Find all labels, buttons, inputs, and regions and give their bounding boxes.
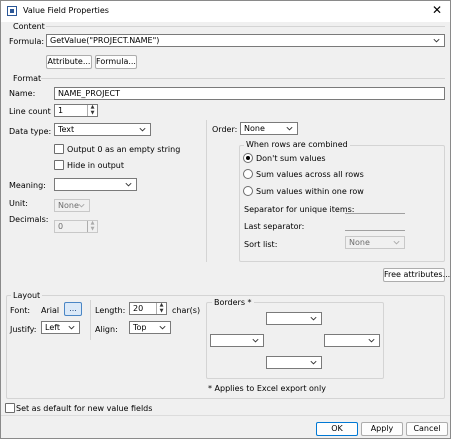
formula-input[interactable]: GetValue("PROJECT.NAME"): [46, 34, 445, 47]
chevron-down-icon: [393, 240, 400, 245]
chevron-down-icon: [310, 316, 317, 321]
radio-sum-within-row-label: Sum values within one row: [256, 187, 364, 196]
chevron-down-icon: [159, 325, 166, 330]
length-value: 20: [133, 304, 144, 313]
border-top-select[interactable]: [266, 312, 322, 325]
format-group-title: Format: [13, 74, 42, 83]
border-right-select[interactable]: [324, 334, 380, 347]
line-count-label: Line count: [9, 107, 51, 116]
layout-group-title: Layout: [11, 291, 43, 300]
name-input[interactable]: NAME_PROJECT: [54, 87, 445, 100]
data-type-value: Text: [58, 125, 75, 134]
apply-button[interactable]: Apply: [361, 422, 403, 436]
output-zero-checkbox[interactable]: [54, 144, 64, 154]
line-count-spin[interactable]: ▲ ▼: [87, 105, 97, 116]
meaning-select[interactable]: [54, 178, 137, 191]
formula-button[interactable]: Formula...: [95, 55, 137, 69]
rows-combined-title: When rows are combined: [244, 140, 350, 149]
decimals-stepper[interactable]: 0 ▲ ▼: [54, 220, 98, 233]
sort-list-label: Sort list:: [244, 240, 278, 249]
border-bottom-select[interactable]: [266, 356, 322, 369]
separator-unique-label: Separator for unique items:: [244, 205, 355, 214]
radio-sum-across-rows-label: Sum values across all rows: [256, 170, 364, 179]
attribute-button[interactable]: Attribute...: [46, 55, 92, 69]
justify-select[interactable]: Left: [41, 321, 80, 334]
font-label: Font:: [10, 306, 31, 315]
chevron-down-icon: [286, 126, 293, 131]
borders-title: Borders *: [212, 298, 254, 307]
align-value: Top: [133, 323, 147, 332]
decimals-spin[interactable]: ▲ ▼: [87, 221, 97, 232]
formula-label: Formula:: [9, 37, 45, 46]
chevron-down-icon: [68, 325, 75, 330]
data-type-label: Data type:: [9, 127, 52, 136]
length-label: Length:: [95, 306, 126, 315]
length-spin[interactable]: ▲ ▼: [156, 303, 166, 314]
length-unit: char(s): [172, 306, 201, 315]
order-value: None: [244, 124, 265, 133]
sort-list-select[interactable]: None: [345, 236, 405, 249]
radio-sum-within-row[interactable]: [243, 186, 253, 196]
output-zero-label: Output 0 as an empty string: [67, 145, 181, 154]
line-count-value: 1: [58, 106, 64, 115]
justify-label: Justify:: [10, 325, 37, 334]
separator-unique-input[interactable]: [345, 213, 405, 214]
cancel-button[interactable]: Cancel: [406, 422, 448, 436]
radio-dont-sum-label: Don't sum values: [256, 154, 326, 163]
chevron-down-icon: [125, 182, 132, 187]
decimals-label: Decimals:: [9, 215, 49, 224]
value-field-properties-dialog: Value Field Properties ✕ Content Formula…: [0, 0, 451, 439]
content-group-title: Content: [13, 22, 45, 31]
close-icon[interactable]: ✕: [432, 4, 442, 16]
order-label: Order:: [212, 125, 238, 134]
unit-select[interactable]: None: [54, 199, 90, 212]
justify-value: Left: [45, 323, 61, 332]
formula-value: GetValue("PROJECT.NAME"): [50, 36, 160, 45]
align-label: Align:: [95, 325, 118, 334]
sort-list-value: None: [349, 238, 370, 247]
unit-label: Unit:: [9, 199, 28, 208]
chevron-down-icon: [252, 338, 259, 343]
free-attributes-button[interactable]: Free attributes...: [383, 268, 450, 282]
set-default-label: Set as default for new value fields: [16, 404, 153, 413]
set-default-checkbox[interactable]: [5, 403, 15, 413]
unit-value: None: [58, 201, 79, 210]
length-stepper[interactable]: 20 ▲ ▼: [129, 302, 167, 315]
decimals-value: 0: [58, 222, 64, 231]
title-bar: Value Field Properties ✕: [1, 1, 450, 22]
border-left-select[interactable]: [210, 334, 264, 347]
window-title: Value Field Properties: [23, 6, 109, 15]
chevron-down-icon: [139, 127, 146, 132]
name-label: Name:: [9, 89, 36, 98]
radio-sum-across-rows[interactable]: [243, 169, 253, 179]
hide-output-checkbox[interactable]: [54, 160, 64, 170]
last-separator-input[interactable]: [345, 230, 405, 231]
last-separator-label: Last separator:: [244, 222, 305, 231]
hide-output-label: Hide in output: [67, 161, 125, 170]
line-count-stepper[interactable]: 1 ▲ ▼: [54, 104, 98, 117]
chevron-down-icon: [78, 203, 85, 208]
borders-note: * Applies to Excel export only: [208, 384, 326, 393]
data-type-select[interactable]: Text: [54, 123, 151, 136]
meaning-label: Meaning:: [9, 181, 46, 190]
font-value: Arial: [41, 306, 60, 315]
chevron-down-icon: [310, 360, 317, 365]
chevron-down-icon: [433, 38, 440, 43]
align-select[interactable]: Top: [129, 321, 171, 334]
radio-dont-sum[interactable]: [243, 153, 253, 163]
order-select[interactable]: None: [240, 122, 298, 135]
font-picker-button[interactable]: ...: [64, 302, 82, 316]
ok-button[interactable]: OK: [316, 422, 358, 436]
app-icon: [7, 6, 17, 16]
chevron-down-icon: [368, 338, 375, 343]
